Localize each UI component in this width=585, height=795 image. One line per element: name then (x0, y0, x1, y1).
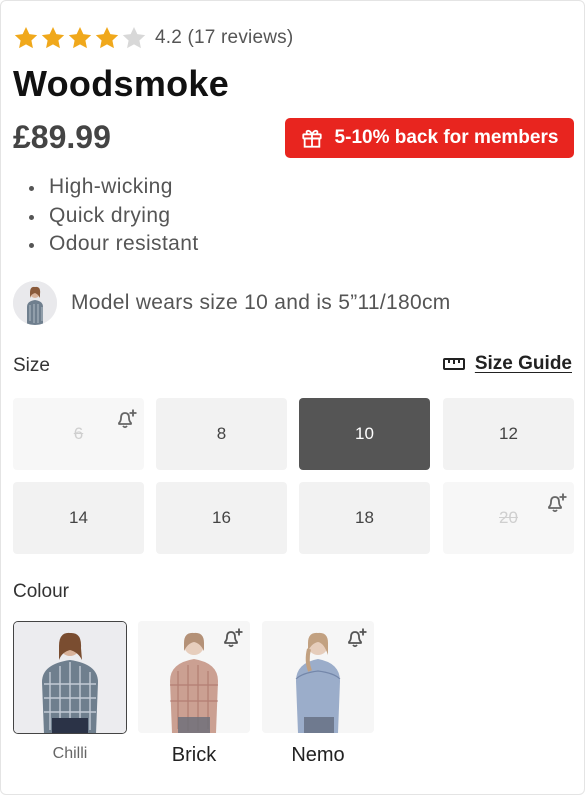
size-option-label: 16 (212, 508, 231, 527)
size-option-18[interactable]: 18 (299, 482, 430, 554)
colour-label: Colour (13, 581, 69, 602)
feature-item: High-wicking (29, 173, 199, 202)
feature-list: High-wicking Quick drying Odour resistan… (29, 173, 199, 259)
size-option-label: 20 (499, 508, 518, 527)
size-option-12[interactable]: 12 (443, 398, 574, 470)
notify-bell-icon (548, 493, 567, 513)
size-option-label: 18 (355, 508, 374, 527)
colour-option-brick[interactable]: Brick (138, 621, 250, 767)
star-rating (13, 25, 147, 51)
size-guide-label: Size Guide (474, 353, 572, 374)
star-empty-icon (121, 25, 147, 51)
size-option-14[interactable]: 14 (13, 482, 144, 554)
colour-option-nemo[interactable]: Nemo (262, 621, 374, 767)
product-card: 4.2 (17 reviews) Woodsmoke £89.99 5-10% … (0, 0, 585, 795)
model-info: Model wears size 10 and is 5”11/180cm (13, 281, 451, 325)
reviews-link[interactable]: 4.2 (17 reviews) (155, 27, 293, 49)
size-option-20[interactable]: 20 (443, 482, 574, 554)
colour-swatch-image (13, 621, 127, 734)
notify-bell-icon (348, 628, 367, 648)
feature-item: Quick drying (29, 202, 199, 231)
star-filled-icon (94, 25, 120, 51)
ruler-icon (442, 358, 465, 370)
product-price: £89.99 (13, 119, 111, 155)
promo-text: 5-10% back for members (334, 127, 559, 148)
star-filled-icon (40, 25, 66, 51)
size-label: Size (13, 355, 50, 376)
member-cashback-badge[interactable]: 5-10% back for members (285, 118, 574, 158)
star-filled-icon (13, 25, 39, 51)
colour-option-chilli[interactable]: Chilli (13, 621, 127, 763)
size-option-label: 12 (499, 424, 518, 443)
size-option-10[interactable]: 10 (299, 398, 430, 470)
size-option-8[interactable]: 8 (156, 398, 287, 470)
size-option-16[interactable]: 16 (156, 482, 287, 554)
gift-icon (301, 129, 322, 148)
colour-option-name: Chilli (52, 745, 88, 762)
rating-summary[interactable]: 4.2 (17 reviews) (13, 25, 293, 51)
colour-option-name: Brick (171, 744, 217, 766)
star-filled-icon (67, 25, 93, 51)
size-option-label: 10 (355, 424, 374, 443)
size-option-label: 6 (73, 424, 84, 443)
colour-option-name: Nemo (291, 744, 345, 766)
notify-bell-icon (224, 628, 243, 648)
notify-bell-icon (118, 409, 137, 429)
product-title: Woodsmoke (13, 63, 230, 104)
size-guide-link[interactable]: Size Guide (442, 353, 572, 375)
model-size-text: Model wears size 10 and is 5”11/180cm (71, 291, 451, 314)
model-avatar (13, 281, 57, 325)
feature-item: Odour resistant (29, 230, 199, 259)
size-option-label: 8 (216, 424, 227, 443)
size-option-6[interactable]: 6 (13, 398, 144, 470)
size-option-label: 14 (69, 508, 88, 527)
